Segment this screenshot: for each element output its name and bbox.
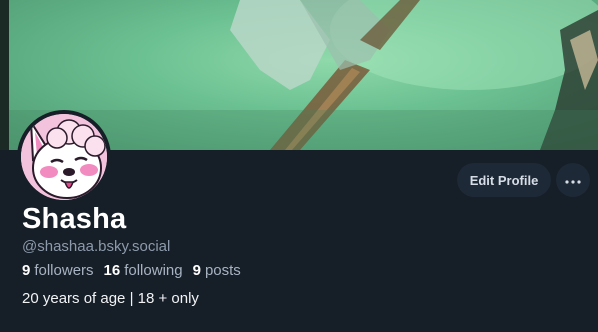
profile-handle: @shashaa.bsky.social <box>22 238 171 255</box>
edit-profile-button[interactable]: Edit Profile <box>457 163 551 197</box>
banner-dark-edge <box>0 0 9 150</box>
followers-label: followers <box>34 262 94 279</box>
following-count: 16 <box>103 262 121 279</box>
display-name: Shasha <box>22 203 127 235</box>
followers-stat[interactable]: 9 followers <box>22 262 94 279</box>
posts-stat: 9 posts <box>193 262 241 279</box>
profile-stats: 9 followers 16 following 9 posts <box>22 262 241 279</box>
following-label: following <box>124 262 183 279</box>
followers-count: 9 <box>22 262 31 279</box>
more-options-button[interactable] <box>556 163 590 197</box>
following-stat[interactable]: 16 following <box>104 262 183 279</box>
more-options-icon <box>565 171 581 189</box>
profile-bio: 20 years of age | 18 + only <box>22 290 199 307</box>
posts-count: 9 <box>192 262 201 279</box>
posts-label: posts <box>204 262 241 279</box>
avatar-image <box>21 114 107 200</box>
avatar[interactable] <box>17 110 111 204</box>
